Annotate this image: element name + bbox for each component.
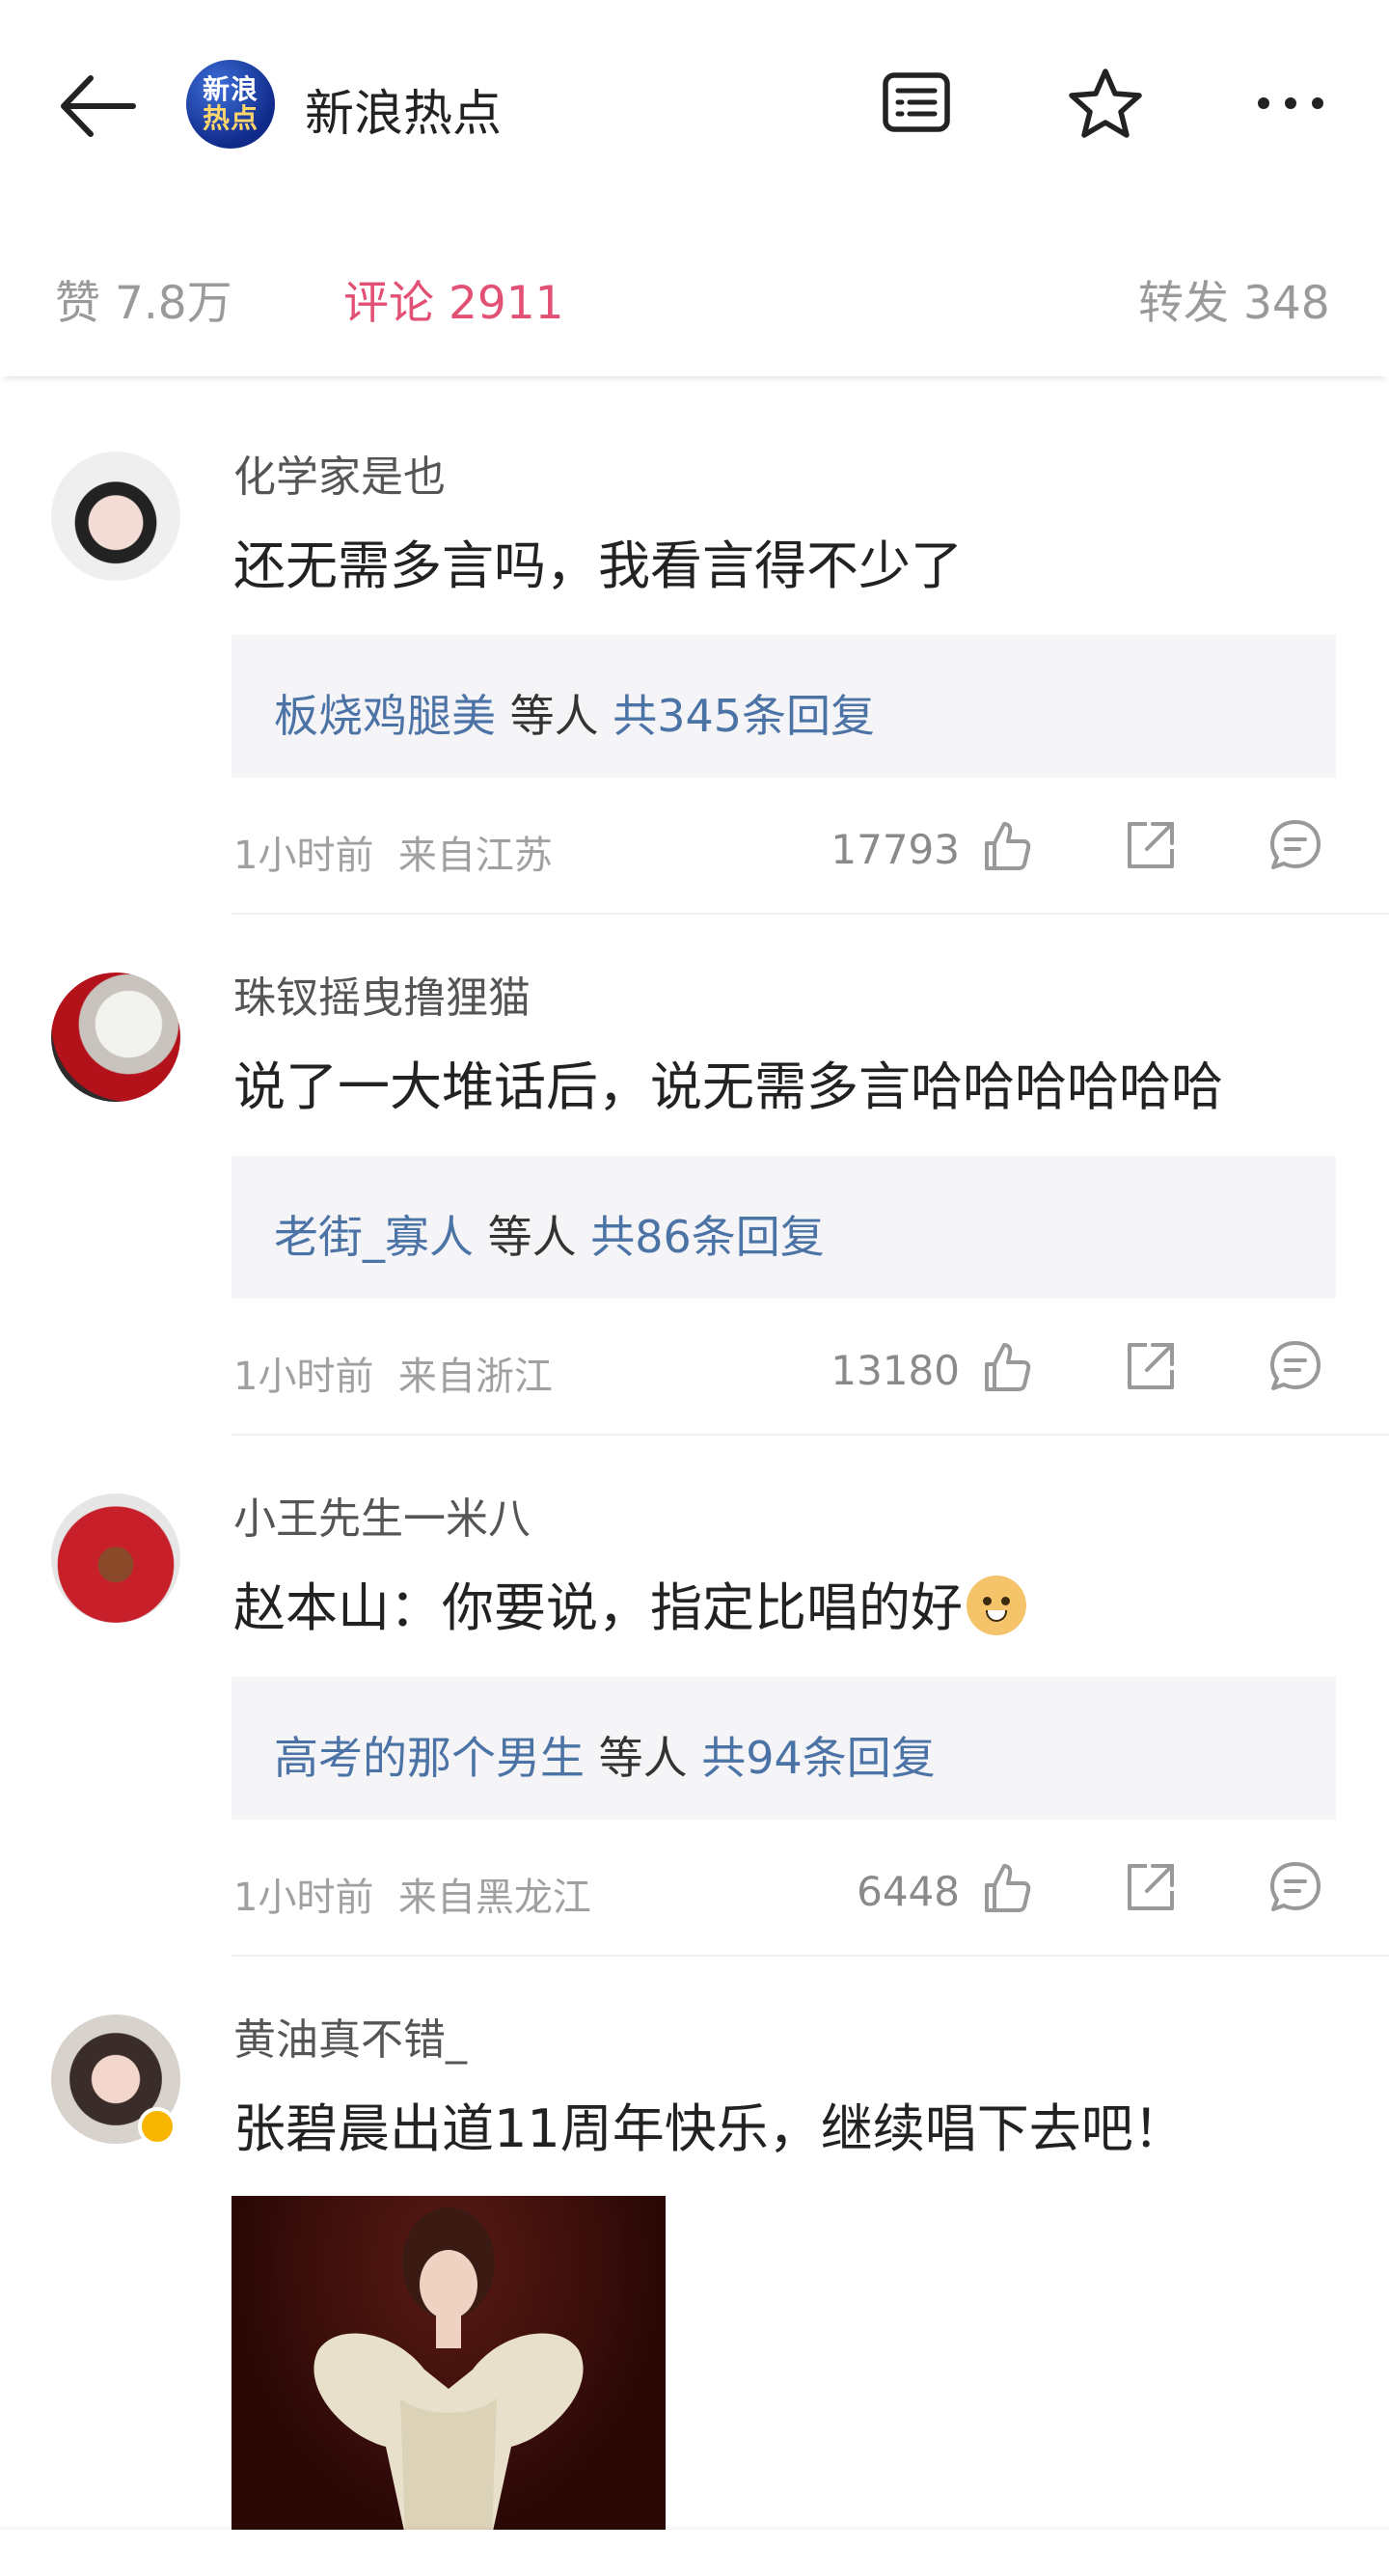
account-avatar[interactable]: 新浪 热点 (186, 60, 275, 149)
comment-image[interactable] (232, 2196, 666, 2535)
share-icon[interactable] (1122, 1337, 1180, 1395)
comment-meta: 1小时前 来自黑龙江 (233, 1866, 591, 1922)
comment-item: 小王先生一米八 赵本山：你要说，指定比唱的好 高考的那个男生 等人 共94条回复… (0, 1466, 1389, 1957)
comment-location: 来自浙江 (397, 1355, 553, 1399)
avatar[interactable] (51, 1494, 180, 1623)
logo-text-bottom: 热点 (202, 102, 259, 134)
share-icon[interactable] (1122, 1858, 1180, 1916)
comment-text: 赵本山：你要说，指定比唱的好 (233, 1565, 1026, 1641)
bottom-edge (0, 2530, 1389, 2576)
reply-count[interactable]: 共94条回复 (701, 1732, 936, 1784)
divider (232, 913, 1389, 915)
photo-illustration (313, 2207, 584, 2535)
verified-badge-icon (138, 2107, 177, 2146)
page-title[interactable]: 新浪热点 (305, 73, 502, 145)
comment-text: 说了一大堆话后，说无需多言哈哈哈哈哈哈 (233, 1056, 1223, 1117)
tab-likes[interactable]: 赞 7.8万 (55, 265, 232, 332)
comment-location: 来自江苏 (397, 834, 553, 878)
avatar[interactable] (51, 452, 180, 581)
comment-time: 1小时前 (233, 1355, 374, 1399)
star-icon (1069, 69, 1142, 138)
reply-label: 等人 (509, 690, 599, 742)
reply-label: 等人 (598, 1732, 688, 1784)
comment-meta: 1小时前 来自江苏 (233, 824, 553, 880)
article-button[interactable] (876, 64, 957, 141)
like-count: 13180 (831, 1347, 960, 1394)
comment-username[interactable]: 珠钗摇曳撸狸猫 (233, 963, 531, 1025)
tab-reposts[interactable]: 转发 348 (1138, 265, 1330, 332)
reply-count[interactable]: 共86条回复 (590, 1211, 825, 1263)
comment-meta: 1小时前 来自浙江 (233, 1345, 553, 1401)
more-button[interactable] (1250, 77, 1331, 129)
reply-user[interactable]: 老街_寡人 (274, 1211, 474, 1263)
comment-text-content: 赵本山：你要说，指定比唱的好 (233, 1577, 963, 1638)
comment-time: 1小时前 (233, 834, 374, 878)
comment-item: 化学家是也 还无需多言吗，我看言得不少了 板烧鸡腿美 等人 共345条回复 1小… (0, 425, 1389, 915)
share-icon[interactable] (1122, 816, 1180, 874)
like-count: 6448 (857, 1868, 960, 1915)
comment-username[interactable]: 小王先生一米八 (233, 1484, 531, 1546)
reply-preview[interactable]: 高考的那个男生 等人 共94条回复 (232, 1677, 1336, 1820)
reply-preview[interactable]: 老街_寡人 等人 共86条回复 (232, 1156, 1336, 1299)
more-icon (1258, 97, 1323, 109)
favorite-button[interactable] (1061, 62, 1150, 145)
like-icon[interactable] (977, 816, 1035, 874)
doge-emoji-icon (967, 1576, 1026, 1635)
comment-item: 黄油真不错_ 张碧晨出道11周年快乐，继续唱下去吧！ (0, 1987, 1389, 2535)
comment-username[interactable]: 黄油真不错_ (233, 2005, 467, 2067)
tab-comments[interactable]: 评论 2911 (343, 265, 564, 332)
reply-count[interactable]: 共345条回复 (613, 690, 875, 742)
comment-username[interactable]: 化学家是也 (233, 442, 446, 504)
logo-text-top: 新浪 (202, 73, 259, 105)
reply-preview[interactable]: 板烧鸡腿美 等人 共345条回复 (232, 635, 1336, 778)
like-icon[interactable] (977, 1858, 1035, 1916)
comment-text: 还无需多言吗，我看言得不少了 (233, 535, 963, 596)
reply-icon[interactable] (1266, 1858, 1324, 1916)
like-icon[interactable] (977, 1337, 1035, 1395)
comment-location: 来自黑龙江 (397, 1876, 591, 1920)
comment-text: 张碧晨出道11周年快乐，继续唱下去吧！ (233, 2098, 1185, 2159)
top-bar: 新浪 热点 新浪热点 (0, 0, 1389, 207)
comment-item: 珠钗摇曳撸狸猫 说了一大堆话后，说无需多言哈哈哈哈哈哈 老街_寡人 等人 共86… (0, 945, 1389, 1436)
reply-label: 等人 (487, 1211, 577, 1263)
back-button[interactable] (48, 63, 145, 150)
article-icon (883, 72, 950, 132)
reply-icon[interactable] (1266, 1337, 1324, 1395)
reply-user[interactable]: 板烧鸡腿美 (274, 690, 496, 742)
avatar[interactable] (51, 973, 180, 1102)
reply-icon[interactable] (1266, 816, 1324, 874)
like-count: 17793 (831, 826, 960, 873)
comment-time: 1小时前 (233, 1876, 374, 1920)
reply-user[interactable]: 高考的那个男生 (274, 1732, 585, 1784)
back-arrow-icon (61, 75, 136, 137)
divider (232, 1955, 1389, 1957)
divider (232, 1434, 1389, 1436)
